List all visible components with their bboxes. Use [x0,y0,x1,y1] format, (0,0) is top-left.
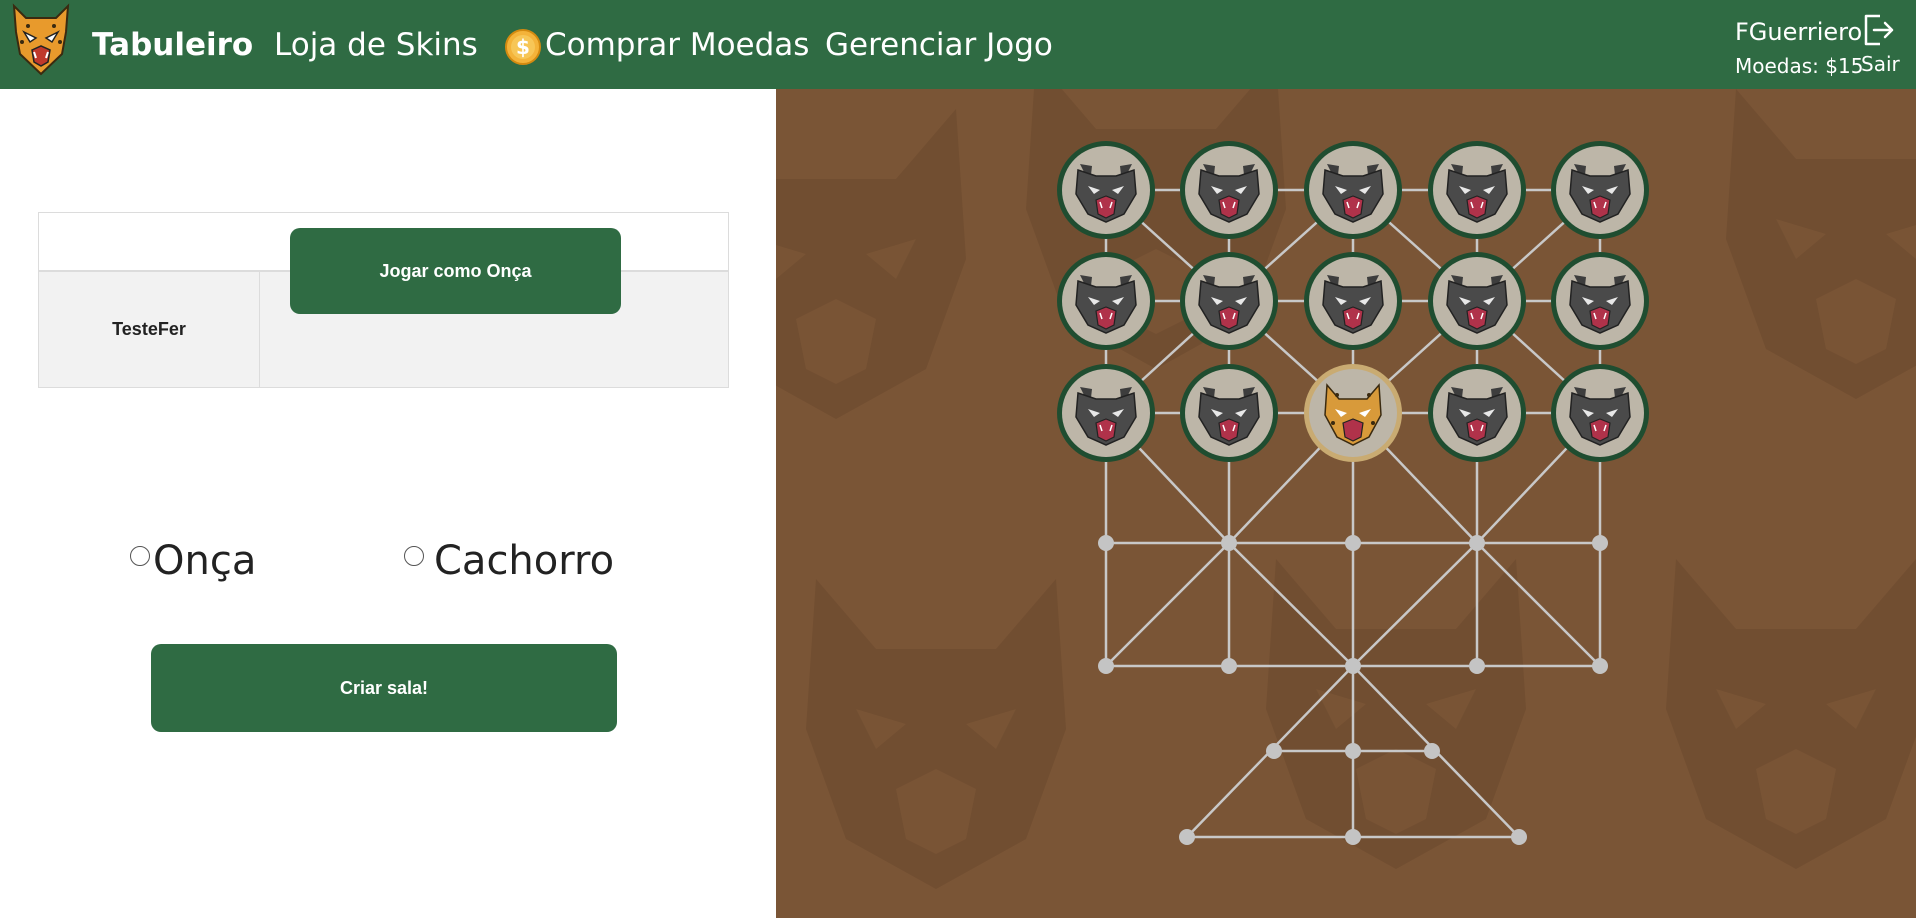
board-node[interactable] [1592,658,1608,674]
dog-piece-icon[interactable] [1303,251,1403,351]
logout-button[interactable]: Sair [1858,12,1900,76]
create-room-button[interactable]: Criar sala! [151,644,617,732]
board-node[interactable] [1345,658,1361,674]
jaguar-piece-icon[interactable] [1303,363,1403,463]
board-node[interactable] [1221,535,1237,551]
dog-piece-icon[interactable] [1550,363,1650,463]
jaguar-logo-icon[interactable] [8,2,74,76]
radio-onca[interactable] [130,546,150,566]
radio-option-cachorro[interactable]: Cachorro [404,536,614,586]
board-node[interactable] [1221,658,1237,674]
logout-label: Sair [1861,52,1900,76]
join-as-jaguar-button[interactable]: Jogar como Onça [290,228,621,314]
board-node[interactable] [1266,743,1282,759]
board-node[interactable] [1511,829,1527,845]
logout-icon [1864,14,1894,46]
board-node[interactable] [1469,535,1485,551]
nav-loja-de-skins[interactable]: Loja de Skins [274,27,478,63]
dog-piece-icon[interactable] [1550,251,1650,351]
radio-label-cachorro: Cachorro [434,538,615,584]
board-pieces [1056,140,1650,463]
radio-cachorro[interactable] [404,546,424,566]
dog-piece-icon[interactable] [1179,140,1279,240]
user-name: FGuerriero [1735,18,1863,46]
dog-piece-icon[interactable] [1427,140,1527,240]
board-node[interactable] [1098,658,1114,674]
user-coins: Moedas: $15 [1735,54,1864,78]
nav-tabuleiro[interactable]: Tabuleiro [92,27,253,63]
top-navbar: Tabuleiro Loja de Skins $ Comprar Moedas… [0,0,1916,89]
dog-piece-icon[interactable] [1056,251,1156,351]
dog-piece-icon[interactable] [1427,363,1527,463]
coin-icon[interactable]: $ [505,29,541,65]
svg-text:$: $ [516,35,530,59]
nav-comprar-moedas[interactable]: Comprar Moedas [545,27,809,63]
nav-gerenciar-jogo[interactable]: Gerenciar Jogo [825,27,1053,63]
board-line [1105,542,1230,667]
dog-piece-icon[interactable] [1056,140,1156,240]
game-board [776,89,1916,918]
radio-label-onca: Onça [153,538,257,584]
dog-piece-icon[interactable] [1303,140,1403,240]
radio-option-onca[interactable]: Onça [130,536,256,586]
board-node[interactable] [1345,535,1361,551]
board-node[interactable] [1345,743,1361,759]
board-svg [776,89,1916,889]
dog-piece-icon[interactable] [1550,140,1650,240]
dog-piece-icon[interactable] [1427,251,1527,351]
board-node[interactable] [1179,829,1195,845]
room-name: TesteFer [39,272,260,387]
board-node[interactable] [1098,535,1114,551]
board-node[interactable] [1424,743,1440,759]
board-node[interactable] [1345,829,1361,845]
dog-piece-icon[interactable] [1179,363,1279,463]
board-node[interactable] [1469,658,1485,674]
dog-piece-icon[interactable] [1056,363,1156,463]
dog-piece-icon[interactable] [1179,251,1279,351]
board-node[interactable] [1592,535,1608,551]
